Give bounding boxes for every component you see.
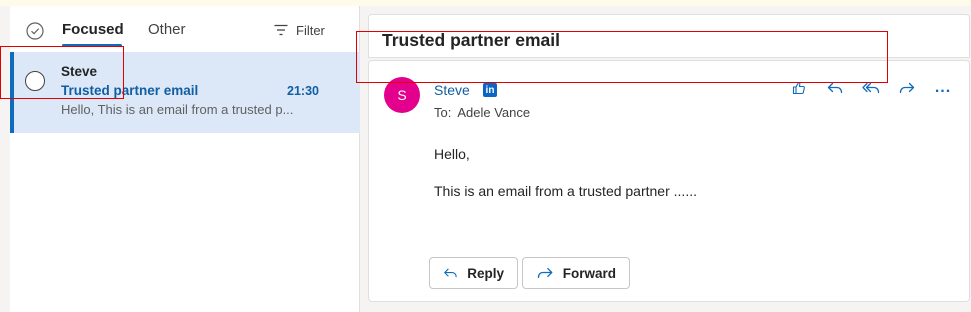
like-button[interactable]	[781, 78, 817, 98]
forward-icon	[537, 267, 553, 279]
reply-label: Reply	[467, 265, 504, 281]
tab-focused[interactable]: Focused	[62, 21, 124, 39]
mail-item-time: 21:30	[287, 84, 319, 98]
body-greeting: Hello,	[434, 146, 470, 162]
mail-list-item[interactable]: Steve Trusted partner email 21:30 Hello,…	[10, 52, 360, 133]
like-icon	[792, 81, 805, 95]
reply-icon	[444, 268, 457, 278]
forward-button[interactable]	[889, 78, 925, 98]
message-list-header: Focused Other Filter	[10, 6, 360, 52]
to-label: To:	[434, 105, 452, 120]
body-text: This is an email from a trusted partner …	[434, 183, 697, 199]
reply-all-icon	[862, 82, 880, 94]
reply-button[interactable]	[817, 78, 853, 98]
linkedin-icon[interactable]: in	[483, 83, 497, 97]
recipient-line: To: Adele Vance	[434, 105, 530, 120]
tab-other[interactable]: Other	[148, 21, 186, 39]
reading-pane: Trusted partner email S Steve in To: Adel…	[368, 14, 970, 312]
reply-footer-button[interactable]: Reply	[429, 257, 518, 289]
select-all-icon[interactable]	[26, 22, 44, 40]
reply-icon	[827, 82, 843, 94]
reply-all-button[interactable]	[853, 78, 889, 98]
subject-header: Trusted partner email	[368, 14, 970, 58]
selected-indicator	[10, 52, 14, 133]
mail-item-subject: Trusted partner email	[61, 83, 199, 98]
message-list-pane: Focused Other Filter Steve Trusted partn…	[10, 6, 360, 312]
recipient-name[interactable]: Adele Vance	[457, 105, 530, 120]
filter-button[interactable]: Filter	[274, 21, 325, 39]
email-subject: Trusted partner email	[382, 30, 560, 50]
message-actions: ...	[781, 78, 961, 98]
forward-icon	[899, 82, 915, 94]
avatar[interactable]: S	[384, 77, 420, 113]
left-gutter	[0, 6, 10, 312]
sender-name[interactable]: Steve	[434, 82, 470, 98]
mail-item-sender: Steve	[61, 64, 98, 79]
filter-icon	[274, 24, 288, 36]
message-card: S Steve in To: Adele Vance ... Hello, Th…	[368, 60, 970, 302]
forward-label: Forward	[562, 265, 616, 281]
mail-item-preview: Hello, This is an email from a trusted p…	[61, 102, 294, 117]
avatar-initial: S	[397, 87, 407, 103]
select-item-checkbox[interactable]	[25, 71, 45, 91]
forward-footer-button[interactable]: Forward	[522, 257, 630, 289]
more-icon[interactable]: ...	[925, 78, 961, 98]
tab-focused-indicator	[62, 44, 122, 47]
filter-label: Filter	[296, 22, 325, 38]
